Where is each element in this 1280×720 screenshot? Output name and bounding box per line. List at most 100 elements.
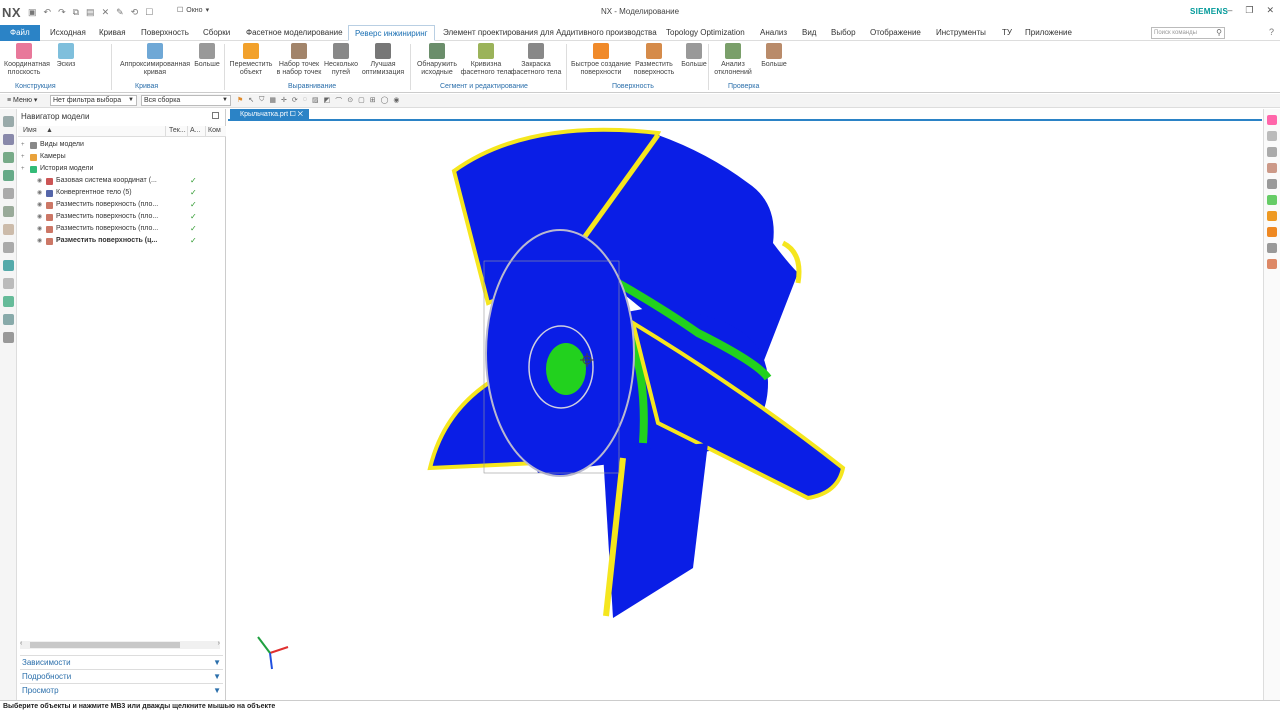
process-icon[interactable] — [2, 314, 14, 325]
scroll-left-icon[interactable]: ‹ — [20, 640, 22, 647]
column-comment[interactable]: Ком — [208, 127, 221, 134]
edge-icon[interactable]: ⌒ — [335, 96, 342, 106]
face-icon[interactable]: ▨ — [312, 96, 319, 106]
accordion-preview[interactable]: Просмотр ▼ — [20, 683, 223, 696]
web-icon[interactable] — [2, 260, 14, 271]
column-name[interactable]: Имя — [23, 127, 37, 134]
tab-tools[interactable]: Инструменты — [936, 25, 986, 41]
body-icon[interactable]: ◩ — [324, 96, 331, 106]
render-icon[interactable] — [1267, 179, 1277, 189]
clock-icon[interactable] — [2, 278, 14, 289]
selection-scope-dropdown[interactable]: Вся сборка ▼ — [141, 95, 231, 106]
filter-icon[interactable]: ⛉ — [259, 96, 264, 106]
palette-icon[interactable] — [2, 296, 14, 307]
analysis-icon[interactable] — [1267, 243, 1277, 253]
ribbon-button[interactable]: Кривизна фасетного тела — [458, 43, 514, 77]
tab-application[interactable]: Приложение — [1025, 25, 1072, 41]
minimize-button[interactable]: – — [1227, 5, 1232, 16]
tab-topology[interactable]: Topology Optimization — [666, 25, 745, 41]
help-icon[interactable]: ? — [1269, 27, 1274, 37]
ribbon-button[interactable]: Аппроксимированная кривая — [118, 43, 192, 77]
visibility-icon[interactable]: ◉ — [37, 187, 42, 199]
model-navigator-icon[interactable] — [2, 170, 14, 181]
patch-icon[interactable] — [1267, 227, 1277, 237]
accordion-details[interactable]: Подробности ▼ — [20, 669, 223, 682]
expand-icon[interactable]: + — [21, 151, 25, 163]
cursor-icon[interactable]: ↖ — [248, 96, 254, 106]
ribbon-group-label[interactable]: Сегмент и редактирование — [440, 83, 528, 90]
redo-icon[interactable]: ↷ — [58, 7, 66, 18]
tree-row[interactable]: ◉ Разместить поверхность (пло... ✓ — [18, 211, 226, 223]
tree-row[interactable]: + История модели — [18, 163, 226, 175]
fit-icon[interactable] — [1267, 131, 1277, 141]
ribbon-button[interactable]: Координатная плоскость — [4, 43, 50, 77]
tree-row[interactable]: ◉ Конвергентное тело (5) ✓ — [18, 187, 226, 199]
visibility-icon[interactable]: ◉ — [37, 211, 42, 223]
circle-icon[interactable]: ◯ — [381, 96, 389, 106]
tree-row[interactable]: ◉ Базовая система координат (... ✓ — [18, 175, 226, 187]
tab-file[interactable]: Файл — [0, 25, 40, 41]
close-button[interactable]: ✕ — [1266, 5, 1274, 16]
column-attr[interactable]: А... — [190, 127, 201, 134]
accordion-dependencies[interactable]: Зависимости ▼ — [20, 655, 223, 668]
save-icon[interactable]: ▣ — [28, 7, 37, 18]
ribbon-button[interactable]: Анализ отклонений — [711, 43, 755, 77]
ribbon-button[interactable]: Быстрое создание поверхности — [570, 43, 632, 77]
ribbon-button[interactable]: Больше — [680, 43, 708, 69]
line-icon[interactable] — [1267, 195, 1277, 205]
visibility-icon[interactable]: ◉ — [37, 223, 42, 235]
undo-icon[interactable]: ↶ — [44, 7, 52, 18]
tab-curve[interactable]: Кривая — [99, 25, 126, 41]
visibility-icon[interactable]: ◉ — [37, 235, 42, 247]
visibility-icon[interactable]: ◉ — [37, 199, 42, 211]
ribbon-button[interactable]: Набор точек в набор точек — [275, 43, 323, 77]
window-menu[interactable]: ☐ Окно ▾ — [177, 6, 209, 15]
ribbon-group-label[interactable]: Поверхность — [612, 83, 654, 90]
repeat-icon[interactable]: ⟲ — [131, 7, 139, 18]
tab-assemblies[interactable]: Сборки — [203, 25, 230, 41]
menu-button[interactable]: ≡ Меню ▾ — [7, 96, 37, 104]
copy-icon[interactable]: ⧉ — [73, 7, 79, 18]
roles-icon[interactable] — [2, 224, 14, 235]
point-icon[interactable]: ✛ — [281, 96, 287, 106]
section-icon[interactable] — [1267, 163, 1277, 173]
surface-icon[interactable] — [1267, 211, 1277, 221]
column-current[interactable]: Тек... — [169, 127, 186, 134]
lasso-icon[interactable]: ◌ — [303, 96, 307, 106]
expand-icon[interactable]: + — [21, 163, 25, 175]
view-icon[interactable] — [1267, 115, 1277, 125]
selection-filter-dropdown[interactable]: Нет фильтра выбора ▼ — [50, 95, 137, 106]
tree-row[interactable]: + Виды модели — [18, 139, 226, 151]
vertex-icon[interactable]: ⊙ — [347, 96, 353, 106]
target-icon[interactable]: ◉ — [393, 96, 399, 106]
tab-analysis[interactable]: Анализ — [760, 25, 787, 41]
browser-icon[interactable] — [2, 242, 14, 253]
delete-icon[interactable]: ✕ — [102, 7, 110, 18]
tab-reverse-engineering[interactable]: Реверс инжиниринг — [348, 25, 435, 41]
deviation-icon[interactable] — [1267, 259, 1277, 269]
tree-row[interactable]: ◉ Разместить поверхность (пло... ✓ — [18, 199, 226, 211]
visibility-icon[interactable]: ◉ — [37, 175, 42, 187]
impeller-model[interactable] — [228, 123, 1262, 700]
history-icon[interactable] — [2, 134, 14, 145]
box-icon[interactable]: ▢ — [358, 96, 365, 106]
ribbon-group-label[interactable]: Кривая — [135, 83, 158, 90]
touch-icon[interactable]: ☐ — [145, 7, 153, 18]
tree-row[interactable]: + Камеры — [18, 151, 226, 163]
tab-pmi[interactable]: ТУ — [1002, 25, 1012, 41]
tab-home[interactable]: Исходная — [50, 25, 86, 41]
restore-button[interactable]: ❐ — [1245, 5, 1253, 16]
pin-icon[interactable] — [212, 112, 219, 119]
tab-additive[interactable]: Элемент проектирования для Аддитивного п… — [443, 25, 657, 41]
ribbon-button[interactable]: Обнаружить исходные — [414, 43, 460, 77]
ribbon-button[interactable]: Больше — [760, 43, 788, 69]
grid-icon[interactable]: ⊞ — [370, 96, 376, 106]
tab-facet-modeling[interactable]: Фасетное моделирование — [246, 25, 343, 41]
tab-display[interactable]: Отображение — [870, 25, 921, 41]
ribbon-button[interactable]: Больше — [193, 43, 221, 69]
ribbon-button[interactable]: Эскиз — [52, 43, 80, 69]
ribbon-button[interactable]: Несколько путей — [323, 43, 359, 77]
scroll-thumb[interactable] — [30, 642, 180, 648]
ribbon-group-label[interactable]: Проверка — [728, 83, 759, 90]
ribbon-button[interactable]: Лучшая оптимизация — [360, 43, 406, 77]
